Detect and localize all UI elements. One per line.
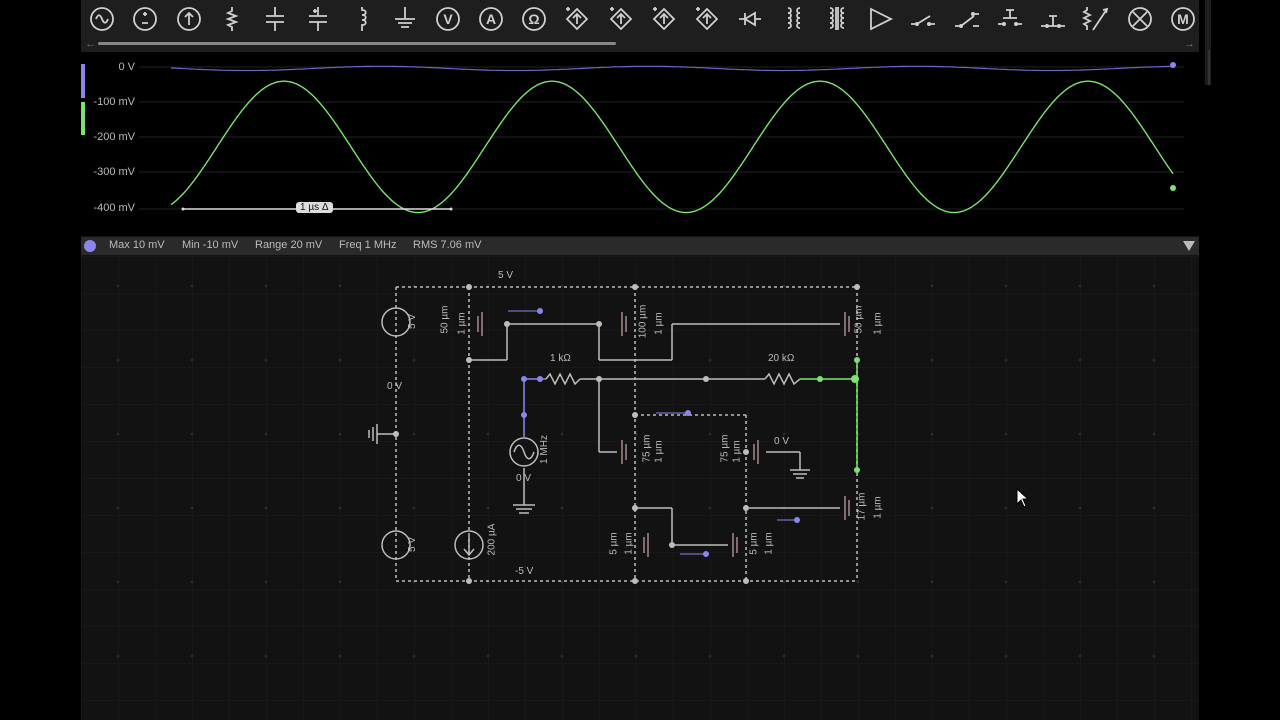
source-bottom-value[interactable]: 5 V: [407, 537, 418, 552]
channel-2-endpoint: [1170, 185, 1176, 191]
bias-node-voltage: 0 V: [774, 436, 790, 447]
scroll-right-icon[interactable]: →: [1184, 38, 1195, 50]
svg-text:M: M: [1177, 11, 1189, 27]
pushbutton-nc-icon[interactable]: [1038, 4, 1068, 34]
rms-readout: RMS 7.06 mV: [413, 239, 482, 251]
dependent-current-source-2-icon[interactable]: [692, 4, 722, 34]
motor-icon[interactable]: M: [1168, 4, 1198, 34]
window-edge-scroll: [1208, 50, 1210, 85]
scroll-left-icon[interactable]: ←: [85, 38, 96, 50]
transformer-icon[interactable]: [779, 4, 809, 34]
m7-length[interactable]: 1 µm: [624, 532, 635, 554]
ohmmeter-icon[interactable]: Ω: [519, 4, 549, 34]
ground-icon[interactable]: [390, 4, 420, 34]
ac-source-icon[interactable]: [87, 4, 117, 34]
channel-2-trace: [170, 80, 1174, 214]
m1-length[interactable]: 1 µm: [457, 312, 468, 334]
circuit-simulator-app: V A Ω M ← → 0 V -100 mV -200 mV -300 mV -40…: [81, 0, 1199, 720]
spst-switch-icon[interactable]: [908, 4, 938, 34]
mid-node-voltage: 0 V: [387, 381, 403, 392]
vdd-label: 5 V: [498, 270, 514, 281]
svg-text:A: A: [486, 11, 496, 27]
m1-width[interactable]: 50 µm: [440, 306, 451, 334]
oscilloscope-panel[interactable]: 0 V -100 mV -200 mV -300 mV -400 mV 1 µs…: [81, 52, 1199, 236]
time-delta-label[interactable]: 1 µs Δ: [296, 202, 333, 213]
resistor-icon[interactable]: [217, 4, 247, 34]
circuit-labels: 5 V -5 V 5 V 5 V 0 V 200 µA 1 kΩ 20 kΩ 1…: [81, 256, 1199, 720]
pushbutton-icon[interactable]: [995, 4, 1025, 34]
collapse-scope-icon[interactable]: [1183, 241, 1195, 251]
dependent-voltage-source-2-icon[interactable]: [649, 4, 679, 34]
svg-text:Ω: Ω: [528, 11, 539, 27]
range-readout: Range 20 mV: [255, 239, 323, 251]
m6-length[interactable]: 1 µm: [873, 496, 884, 518]
m3-length[interactable]: 1 µm: [873, 312, 884, 334]
lamp-icon[interactable]: [1125, 4, 1155, 34]
circuit-canvas[interactable]: 5 V -5 V 5 V 5 V 0 V 200 µA 1 kΩ 20 kΩ 1…: [81, 256, 1199, 720]
m4-length[interactable]: 1 µm: [654, 440, 665, 462]
ac-source-frequency[interactable]: 1 MHz: [539, 435, 550, 464]
scope-status-bar: Max 10 mV Min -10 mV Range 20 mV Freq 1 …: [81, 237, 1199, 255]
m4-width[interactable]: 75 µm: [642, 435, 653, 463]
inductor-icon[interactable]: [347, 4, 377, 34]
resistor-1-value[interactable]: 1 kΩ: [550, 353, 571, 364]
polar-capacitor-icon[interactable]: [303, 4, 333, 34]
min-readout: Min -10 mV: [182, 239, 239, 251]
channel-1-endpoint: [1170, 62, 1176, 68]
m3-width[interactable]: 50 µm: [854, 306, 865, 334]
scrollbar-thumb[interactable]: [98, 42, 616, 45]
channel-color-dot[interactable]: [84, 240, 96, 252]
coupled-inductor-icon[interactable]: [822, 4, 852, 34]
vss-label: -5 V: [515, 566, 534, 577]
current-source-value[interactable]: 200 µA: [486, 524, 497, 556]
m8-width[interactable]: 5 µm: [749, 532, 760, 554]
m2-width[interactable]: 100 µm: [637, 305, 648, 339]
capacitor-icon[interactable]: [260, 4, 290, 34]
resistor-2-value[interactable]: 20 kΩ: [768, 353, 794, 364]
scope-plot[interactable]: [81, 52, 1199, 236]
spdt-switch-icon[interactable]: [952, 4, 982, 34]
m5-width[interactable]: 75 µm: [720, 435, 731, 463]
dc-source-icon[interactable]: [130, 4, 160, 34]
svg-text:V: V: [443, 11, 453, 27]
max-readout: Max 10 mV: [109, 239, 165, 251]
m7-width[interactable]: 5 µm: [609, 532, 620, 554]
mouse-cursor-icon: [1016, 488, 1030, 508]
toolbar-scrollbar[interactable]: ← →: [81, 38, 1199, 50]
freq-readout: Freq 1 MHz: [339, 239, 397, 251]
dependent-voltage-source-icon[interactable]: [562, 4, 592, 34]
m8-length[interactable]: 1 µm: [764, 532, 775, 554]
ac-node-voltage: 0 V: [516, 473, 532, 484]
opamp-icon[interactable]: [865, 4, 895, 34]
voltmeter-icon[interactable]: V: [433, 4, 463, 34]
m2-length[interactable]: 1 µm: [654, 312, 665, 334]
dependent-current-source-icon[interactable]: [606, 4, 636, 34]
diode-icon[interactable]: [735, 4, 765, 34]
m5-length[interactable]: 1 µm: [732, 440, 743, 462]
source-top-value[interactable]: 5 V: [407, 314, 418, 329]
potentiometer-icon[interactable]: [1081, 4, 1111, 34]
m6-width[interactable]: 17 µm: [857, 493, 868, 521]
ammeter-icon[interactable]: A: [476, 4, 506, 34]
current-source-icon[interactable]: [174, 4, 204, 34]
